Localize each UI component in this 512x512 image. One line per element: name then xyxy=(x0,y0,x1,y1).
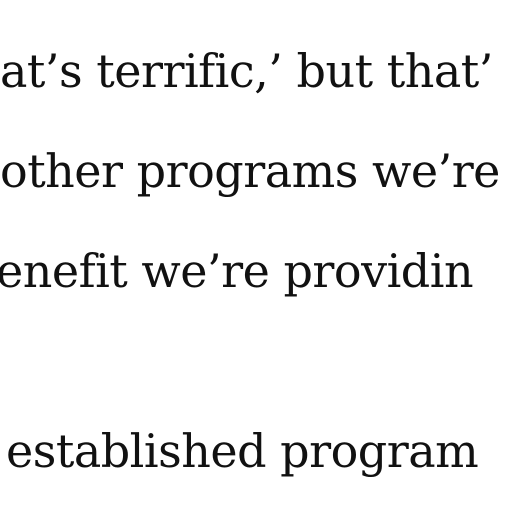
text-line-1: at’s terrific,’ but that’ xyxy=(0,44,493,98)
text-line-4: established program xyxy=(6,424,479,478)
article-text-crop: at’s terrific,’ but that’ other programs… xyxy=(0,0,512,512)
text-line-3: enefit we’re providin xyxy=(0,244,474,298)
text-line-2: other programs we’re xyxy=(0,144,500,198)
